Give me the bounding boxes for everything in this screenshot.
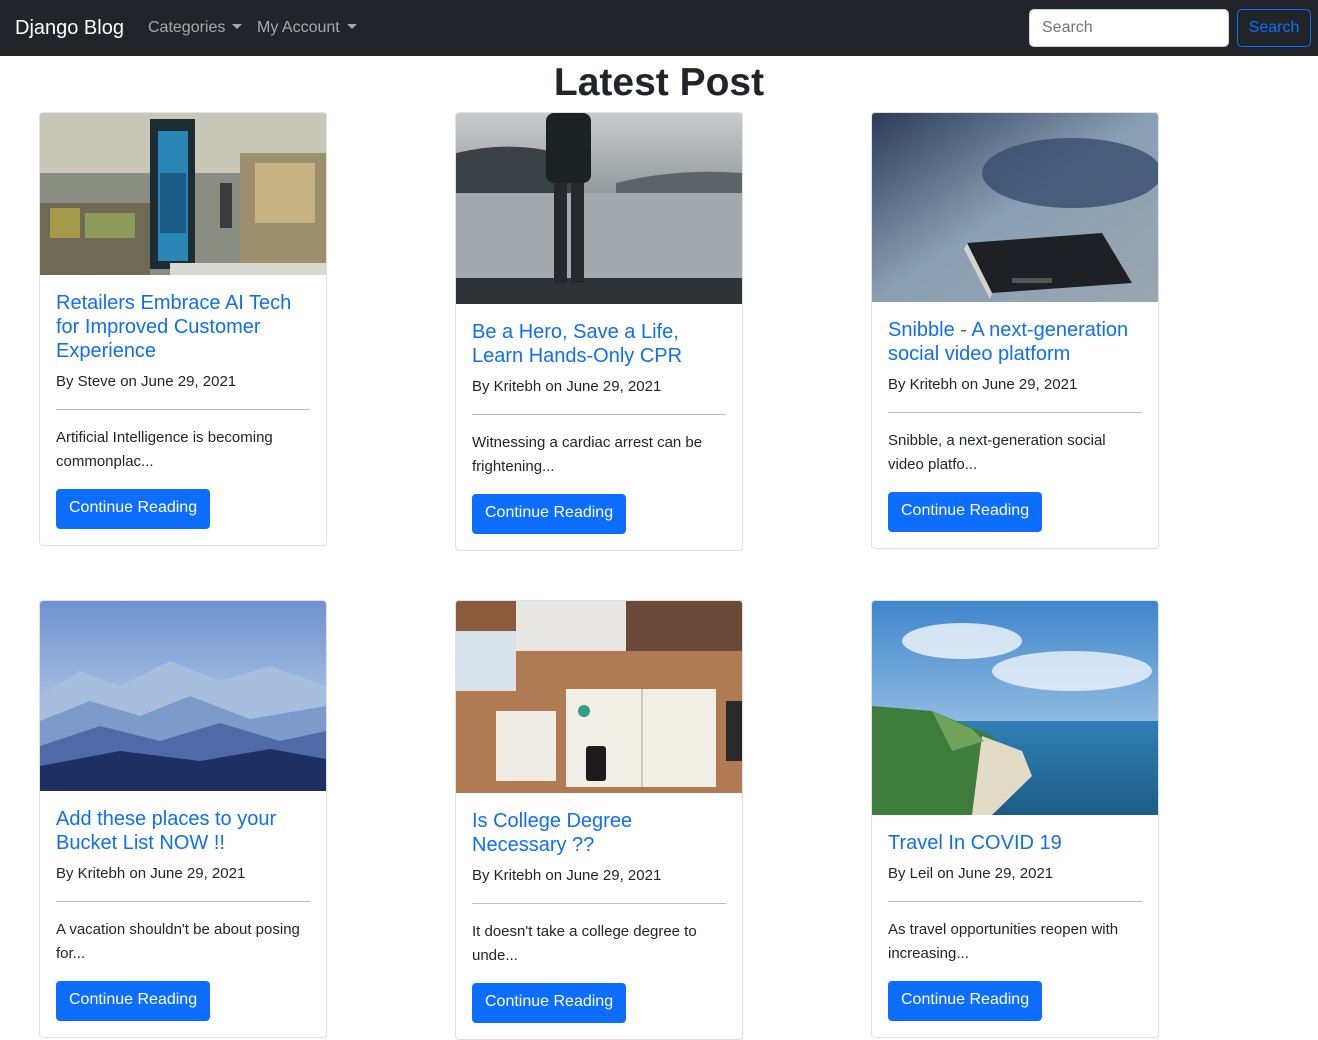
post-title-link[interactable]: Be a Hero, Save a Life, Learn Hands-Only… — [472, 320, 726, 368]
post-card: Travel In COVID 19 By Leil on June 29, 2… — [871, 600, 1159, 1038]
page-title: Latest Post — [553, 61, 765, 104]
post-excerpt: Artificial Intelligence is becoming comm… — [56, 429, 273, 470]
post-card: Add these places to your Bucket List NOW… — [39, 600, 327, 1038]
post-title-link[interactable]: Add these places to your Bucket List NOW… — [56, 807, 310, 855]
post-excerpt: Snibble, a next-generation social video … — [888, 432, 1106, 473]
post-title-link[interactable]: Is College Degree Necessary ?? — [472, 809, 726, 857]
desk-books-image — [456, 601, 742, 793]
post-excerpt: Witnessing a cardiac arrest can be frigh… — [472, 434, 703, 475]
post-meta: By Leil on June 29, 2021 — [888, 865, 1054, 882]
navbar: Django Blog Categories My Account Search — [0, 0, 1318, 56]
post-card: Snibble - A next-generation social video… — [871, 112, 1159, 549]
post-card: Be a Hero, Save a Life, Learn Hands-Only… — [455, 112, 743, 551]
categories-label: Categories — [148, 19, 226, 36]
post-title-link[interactable]: Travel In COVID 19 — [888, 831, 1142, 855]
continue-reading-button[interactable]: Continue Reading — [472, 983, 627, 1023]
continue-reading-button[interactable]: Continue Reading — [56, 489, 211, 529]
post-title-link[interactable]: Snibble - A next-generation social video… — [888, 318, 1142, 366]
continue-reading-button[interactable]: Continue Reading — [888, 492, 1043, 532]
continue-reading-button[interactable]: Continue Reading — [472, 494, 627, 534]
post-excerpt: As travel opportunities reopen with incr… — [888, 921, 1119, 962]
post-meta: By Kritebh on June 29, 2021 — [56, 865, 246, 882]
divider — [888, 901, 1142, 902]
post-title-link[interactable]: Retailers Embrace AI Tech for Improved C… — [56, 291, 310, 363]
my-account-dropdown[interactable]: My Account — [257, 18, 357, 38]
my-account-label: My Account — [257, 19, 340, 36]
post-meta: By Kritebh on June 29, 2021 — [888, 376, 1078, 393]
post-card: Is College Degree Necessary ?? By Kriteb… — [455, 600, 743, 1040]
categories-dropdown[interactable]: Categories — [148, 18, 243, 38]
man-by-misty-lake-image — [456, 113, 742, 304]
chevron-down-icon — [232, 24, 243, 29]
post-excerpt: A vacation shouldn't be about posing for… — [56, 921, 300, 962]
divider — [472, 414, 726, 415]
search-button[interactable]: Search — [1237, 9, 1311, 47]
grocery-store-image — [40, 113, 326, 275]
coastline-image — [872, 601, 1158, 815]
post-card: Retailers Embrace AI Tech for Improved C… — [39, 112, 327, 546]
brand-link[interactable]: Django Blog — [15, 15, 124, 41]
divider — [56, 409, 310, 410]
chevron-down-icon — [346, 24, 357, 29]
blue-mountains-image — [40, 601, 326, 791]
post-excerpt: It doesn't take a college degree to unde… — [472, 923, 697, 964]
continue-reading-button[interactable]: Continue Reading — [56, 981, 211, 1021]
post-meta: By Kritebh on June 29, 2021 — [472, 867, 662, 884]
post-meta: By Steve on June 29, 2021 — [56, 373, 237, 390]
divider — [888, 412, 1142, 413]
smartphone-image — [872, 113, 1158, 302]
divider — [472, 903, 726, 904]
post-meta: By Kritebh on June 29, 2021 — [472, 378, 662, 395]
divider — [56, 901, 310, 902]
search-input[interactable] — [1029, 9, 1229, 47]
continue-reading-button[interactable]: Continue Reading — [888, 981, 1043, 1021]
